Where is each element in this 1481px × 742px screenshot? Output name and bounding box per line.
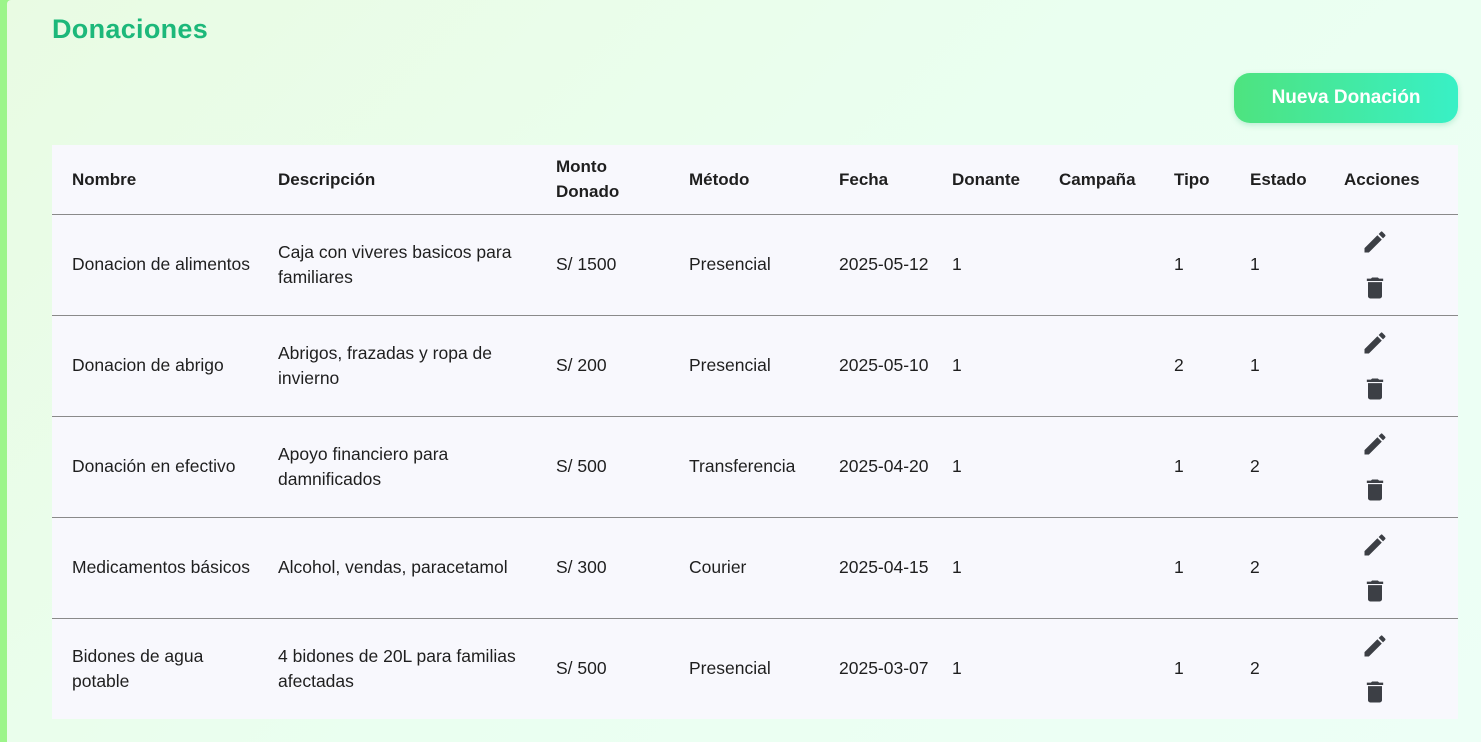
- cell-fecha: 2025-03-07: [839, 658, 929, 679]
- cell-acciones: [1324, 315, 1458, 417]
- cell-donante: 1: [932, 315, 1039, 417]
- cell-nombre: Donación en efectivo: [52, 416, 258, 518]
- cell-monto: S/ 1500: [536, 214, 669, 316]
- cell-fecha: 2025-04-15: [819, 517, 932, 619]
- cell-metodo: Courier: [669, 517, 819, 619]
- header-tipo[interactable]: Tipo: [1154, 145, 1230, 215]
- header-fecha[interactable]: Fecha: [819, 145, 932, 215]
- header-campana[interactable]: Campaña: [1039, 145, 1154, 215]
- cell-metodo: Transferencia: [669, 416, 819, 518]
- cell-campana: [1039, 214, 1154, 316]
- cell-monto: S/ 300: [536, 517, 669, 619]
- cell-metodo: Presencial: [669, 315, 819, 417]
- delete-icon[interactable]: [1360, 374, 1390, 404]
- row-actions: [1344, 429, 1458, 505]
- cell-monto: S/ 500: [556, 658, 607, 679]
- cell-estado: 1: [1230, 315, 1324, 417]
- cell-campana: [1039, 315, 1154, 417]
- cell-tipo: 1: [1154, 214, 1230, 316]
- cell-campana: [1039, 517, 1154, 619]
- edit-icon[interactable]: [1360, 530, 1390, 560]
- delete-icon[interactable]: [1360, 475, 1390, 505]
- edit-icon[interactable]: [1360, 631, 1390, 661]
- delete-icon[interactable]: [1360, 273, 1390, 303]
- edit-icon[interactable]: [1360, 429, 1390, 459]
- cell-descripcion: Alcohol, vendas, paracetamol: [258, 517, 536, 619]
- edit-icon[interactable]: [1360, 227, 1390, 257]
- cell-monto: S/ 200: [536, 315, 669, 417]
- cell-donante: 1: [932, 214, 1039, 316]
- table-row: Donación en efectivo Apoyo financiero par…: [52, 416, 1458, 518]
- table-row: Bidones de agua potable 4 bidones de 20L …: [52, 618, 1458, 719]
- header-metodo[interactable]: Método: [669, 145, 819, 215]
- cell-metodo: Presencial: [669, 214, 819, 316]
- cell-campana: [1039, 618, 1154, 719]
- header-nombre[interactable]: Nombre: [52, 145, 258, 215]
- cell-acciones: [1324, 416, 1458, 518]
- header-donante[interactable]: Donante: [932, 145, 1039, 215]
- row-actions: [1344, 530, 1458, 606]
- cell-estado: 1: [1230, 214, 1324, 316]
- cell-nombre: Donacion de abrigo: [52, 315, 258, 417]
- cell-acciones: [1324, 517, 1458, 619]
- cell-donante: 1: [932, 517, 1039, 619]
- cell-nombre: Donacion de alimentos: [52, 214, 258, 316]
- cell-estado: 2: [1230, 517, 1324, 619]
- cell-estado: 2: [1230, 416, 1324, 518]
- cell-monto: S/ 500: [536, 416, 669, 518]
- cell-descripcion: Apoyo financiero para damnificados: [258, 416, 536, 518]
- cell-tipo: 1: [1154, 517, 1230, 619]
- row-actions: [1344, 227, 1458, 303]
- edit-icon[interactable]: [1360, 328, 1390, 358]
- table-header-row: Nombre Descripción Monto Donado Método F…: [52, 145, 1458, 215]
- donations-table: Nombre Descripción Monto Donado Método F…: [52, 145, 1458, 719]
- delete-icon[interactable]: [1360, 576, 1390, 606]
- table-row: Donacion de abrigo Abrigos, frazadas y ro…: [52, 315, 1458, 417]
- donations-table-container: Nombre Descripción Monto Donado Método F…: [52, 145, 1458, 719]
- cell-descripcion: 4 bidones de 20L para familias afectadas: [278, 645, 516, 691]
- cell-fecha: 2025-04-20: [819, 416, 932, 518]
- table-body: Donacion de alimentos Caja con viveres ba…: [52, 214, 1458, 719]
- cell-metodo: Presencial: [689, 658, 771, 679]
- header-acciones: Acciones: [1324, 145, 1458, 215]
- cell-fecha: 2025-05-10: [819, 315, 932, 417]
- cell-estado: 2: [1250, 658, 1260, 679]
- cell-fecha: 2025-05-12: [819, 214, 932, 316]
- cell-donante: 1: [932, 416, 1039, 518]
- header-descripcion[interactable]: Descripción: [258, 145, 536, 215]
- cell-tipo: 2: [1154, 315, 1230, 417]
- cell-tipo: 1: [1154, 416, 1230, 518]
- cell-acciones: [1324, 618, 1458, 719]
- cell-nombre: Bidones de agua potable: [72, 645, 204, 691]
- row-actions: [1344, 631, 1458, 707]
- table-row: Donacion de alimentos Caja con viveres ba…: [52, 214, 1458, 316]
- table-row: Medicamentos básicos Alcohol, vendas, par…: [52, 517, 1458, 619]
- cell-tipo: 1: [1174, 658, 1184, 679]
- cell-descripcion: Caja con viveres basicos para familiares: [258, 214, 536, 316]
- page-title: Donaciones: [52, 14, 209, 44]
- header-estado[interactable]: Estado: [1230, 145, 1324, 215]
- cell-nombre: Medicamentos básicos: [52, 517, 258, 619]
- cell-descripcion: Abrigos, frazadas y ropa de invierno: [258, 315, 536, 417]
- cell-donante: 1: [952, 658, 962, 679]
- cell-acciones: [1324, 214, 1458, 316]
- new-donation-button[interactable]: Nueva Donación: [1234, 73, 1458, 123]
- cell-campana: [1039, 416, 1154, 518]
- main-panel: Donaciones Nueva Donación Nombre Descrip…: [7, 0, 1481, 742]
- row-actions: [1344, 328, 1458, 404]
- delete-icon[interactable]: [1360, 677, 1390, 707]
- header-monto[interactable]: Monto Donado: [536, 145, 669, 215]
